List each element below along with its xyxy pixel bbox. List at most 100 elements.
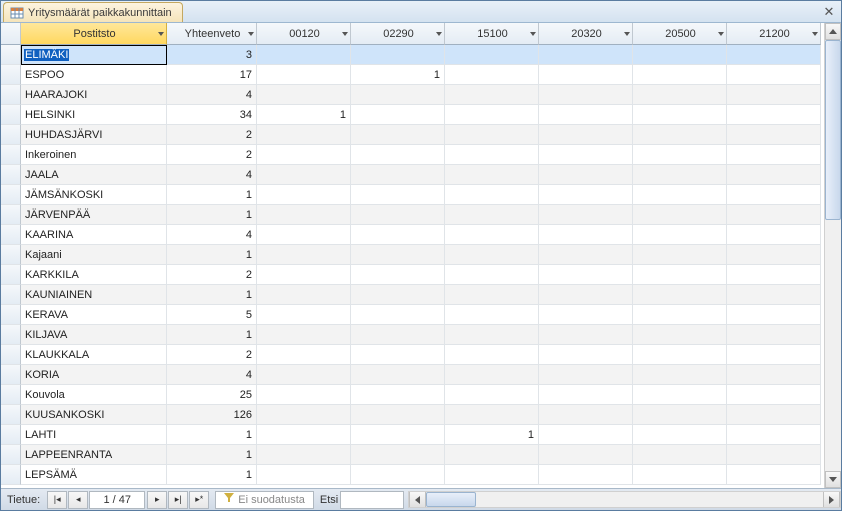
column-header-20500[interactable]: 20500 — [633, 23, 727, 45]
cell-name[interactable]: LAHTI — [21, 425, 167, 445]
cell-value[interactable] — [539, 405, 633, 425]
cell-name[interactable]: JAALA — [21, 165, 167, 185]
cell-value[interactable] — [257, 345, 351, 365]
table-row[interactable]: Kouvola25 — [1, 385, 824, 405]
table-row[interactable]: KORIA4 — [1, 365, 824, 385]
cell-name[interactable]: JÄMSÄNKOSKI — [21, 185, 167, 205]
cell-value[interactable] — [351, 345, 445, 365]
table-row[interactable]: HAARAJOKI4 — [1, 85, 824, 105]
cell-value[interactable] — [633, 325, 727, 345]
cell-value[interactable] — [351, 245, 445, 265]
table-row[interactable]: JAALA4 — [1, 165, 824, 185]
cell-value[interactable] — [727, 125, 821, 145]
cell-value[interactable] — [257, 125, 351, 145]
cell-name[interactable]: KILJAVA — [21, 325, 167, 345]
next-record-button[interactable]: ▸ — [147, 491, 167, 509]
cell-value[interactable] — [351, 145, 445, 165]
column-header-15100[interactable]: 15100 — [445, 23, 539, 45]
cell-summary[interactable]: 1 — [167, 185, 257, 205]
row-selector[interactable] — [1, 85, 21, 105]
cell-name[interactable]: Kouvola — [21, 385, 167, 405]
cell-value[interactable] — [445, 145, 539, 165]
cell-value[interactable] — [351, 305, 445, 325]
cell-value[interactable] — [633, 205, 727, 225]
cell-value[interactable] — [257, 305, 351, 325]
cell-value[interactable] — [445, 225, 539, 245]
cell-value[interactable] — [633, 125, 727, 145]
select-all-cell[interactable] — [1, 23, 21, 45]
cell-value[interactable] — [445, 185, 539, 205]
cell-value[interactable] — [633, 305, 727, 325]
cell-name[interactable]: KUUSANKOSKI — [21, 405, 167, 425]
cell-value[interactable] — [727, 465, 821, 485]
cell-value[interactable] — [539, 325, 633, 345]
table-row[interactable]: Kajaani1 — [1, 245, 824, 265]
filter-indicator[interactable]: Ei suodatusta — [215, 491, 314, 509]
cell-value[interactable] — [351, 105, 445, 125]
cell-value[interactable] — [351, 125, 445, 145]
cell-value[interactable] — [445, 345, 539, 365]
cell-value[interactable] — [257, 265, 351, 285]
cell-summary[interactable]: 1 — [167, 445, 257, 465]
row-selector[interactable] — [1, 245, 21, 265]
cell-value[interactable] — [257, 325, 351, 345]
column-header-02290[interactable]: 02290 — [351, 23, 445, 45]
cell-value[interactable] — [633, 105, 727, 125]
row-selector[interactable] — [1, 265, 21, 285]
table-row[interactable]: LAPPEENRANTA1 — [1, 445, 824, 465]
cell-value[interactable] — [633, 425, 727, 445]
cell-value[interactable] — [539, 105, 633, 125]
cell-summary[interactable]: 4 — [167, 225, 257, 245]
cell-value[interactable] — [539, 65, 633, 85]
cell-value[interactable] — [445, 105, 539, 125]
row-selector[interactable] — [1, 285, 21, 305]
table-row[interactable]: KLAUKKALA2 — [1, 345, 824, 365]
scroll-up-button[interactable] — [825, 23, 841, 40]
cell-value[interactable] — [539, 205, 633, 225]
cell-value[interactable] — [539, 185, 633, 205]
cell-value[interactable] — [539, 45, 633, 65]
table-row[interactable]: HUHDASJÄRVI2 — [1, 125, 824, 145]
table-row[interactable]: JÄRVENPÄÄ1 — [1, 205, 824, 225]
cell-value[interactable] — [539, 465, 633, 485]
hscroll-thumb[interactable] — [426, 492, 476, 507]
cell-value[interactable] — [445, 45, 539, 65]
cell-value[interactable] — [351, 325, 445, 345]
table-row[interactable]: JÄMSÄNKOSKI1 — [1, 185, 824, 205]
cell-value[interactable] — [633, 245, 727, 265]
cell-summary[interactable]: 1 — [167, 245, 257, 265]
cell-name[interactable]: KLAUKKALA — [21, 345, 167, 365]
table-row[interactable]: KERAVA5 — [1, 305, 824, 325]
cell-value[interactable] — [351, 365, 445, 385]
cell-summary[interactable]: 1 — [167, 425, 257, 445]
cell-summary[interactable]: 1 — [167, 205, 257, 225]
cell-value[interactable] — [445, 85, 539, 105]
cell-value[interactable] — [633, 65, 727, 85]
row-selector[interactable] — [1, 465, 21, 485]
row-selector[interactable] — [1, 165, 21, 185]
column-header-postitsto[interactable]: Postitsto — [21, 23, 167, 45]
cell-value[interactable] — [727, 345, 821, 365]
cell-value[interactable] — [257, 445, 351, 465]
row-selector[interactable] — [1, 305, 21, 325]
cell-value[interactable] — [351, 185, 445, 205]
column-header-yhteenveto[interactable]: Yhteenveto — [167, 23, 257, 45]
cell-value[interactable] — [727, 365, 821, 385]
row-selector[interactable] — [1, 105, 21, 125]
record-indicator[interactable]: 1 / 47 — [89, 491, 145, 509]
cell-value[interactable] — [257, 285, 351, 305]
table-row[interactable]: HELSINKI341 — [1, 105, 824, 125]
cell-summary[interactable]: 2 — [167, 265, 257, 285]
scroll-right-button[interactable] — [823, 492, 840, 507]
cell-value[interactable] — [539, 125, 633, 145]
cell-value[interactable]: 1 — [351, 65, 445, 85]
column-header-20320[interactable]: 20320 — [539, 23, 633, 45]
cell-value[interactable] — [539, 165, 633, 185]
table-row[interactable]: Inkeroinen2 — [1, 145, 824, 165]
cell-value[interactable] — [727, 325, 821, 345]
cell-value[interactable] — [727, 265, 821, 285]
row-selector[interactable] — [1, 405, 21, 425]
cell-name[interactable]: LEPSÄMÄ — [21, 465, 167, 485]
cell-value[interactable] — [257, 185, 351, 205]
row-selector[interactable] — [1, 125, 21, 145]
